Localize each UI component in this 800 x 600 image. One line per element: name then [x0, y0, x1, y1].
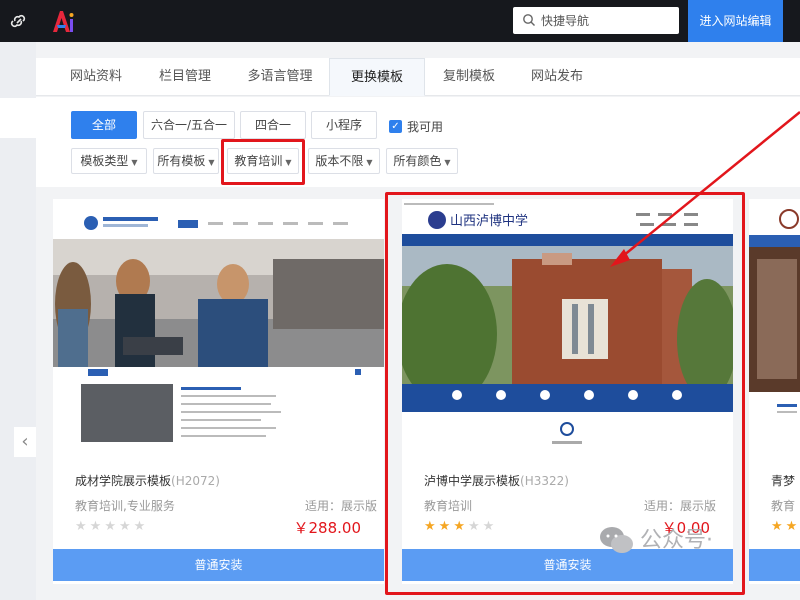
- tab-site-info[interactable]: 网站资料: [53, 58, 139, 96]
- standard-install-button[interactable]: [749, 549, 800, 581]
- template-code: (H2072): [171, 474, 220, 488]
- star-icon: ★: [89, 519, 105, 534]
- rating-stars: ★★: [771, 519, 800, 534]
- template-type-dropdown[interactable]: 模板类型 ▼: [71, 148, 147, 174]
- search-icon: [523, 14, 535, 26]
- search-placeholder: 快捷导航: [541, 14, 590, 28]
- dropdown-label: 所有颜色: [393, 154, 442, 168]
- tab-multilanguage[interactable]: 多语言管理: [232, 58, 328, 96]
- tab-publish-site[interactable]: 网站发布: [513, 58, 601, 96]
- chevron-down-icon: ▼: [208, 158, 215, 167]
- filter-six-in-one-button[interactable]: 六合一/五合一: [143, 111, 235, 139]
- ai-logo-icon[interactable]: [50, 7, 76, 35]
- template-price: ￥288.00: [293, 519, 362, 537]
- filter-four-in-one-button[interactable]: 四合一: [240, 111, 306, 139]
- version-dropdown[interactable]: 版本不限 ▼: [308, 148, 380, 174]
- preview-image: [53, 199, 384, 452]
- star-icon: ★: [785, 519, 800, 534]
- star-icon: ★: [104, 519, 119, 534]
- tab-bar: 网站资料 栏目管理 多语言管理 更换模板 复制模板 网站发布: [36, 58, 800, 96]
- template-category: 教育培训,专业服务: [75, 499, 175, 513]
- template-card: 成材学院展示模板(H2072) 教育培训,专业服务 适用：展示版 ★★★★★ ￥…: [53, 199, 384, 584]
- enter-site-editor-button[interactable]: 进入网站编辑: [688, 0, 783, 42]
- tab-columns[interactable]: 栏目管理: [141, 58, 229, 96]
- sidebar-panel: [0, 98, 36, 138]
- dropdown-label: 所有模板: [157, 154, 206, 168]
- star-icon: ★: [118, 519, 134, 534]
- chevron-down-icon: ▼: [444, 158, 451, 167]
- rating-stars: ★★★★★: [75, 519, 148, 534]
- top-bar: 快捷导航 进入网站编辑: [0, 0, 800, 42]
- template-name: 成材学院展示模板: [75, 474, 172, 488]
- all-templates-dropdown[interactable]: 所有模板 ▼: [153, 148, 219, 174]
- tab-copy-template[interactable]: 复制模板: [425, 58, 513, 96]
- chevron-down-icon: ▼: [366, 158, 373, 167]
- template-title[interactable]: 青梦: [771, 472, 795, 489]
- dropdown-label: 模板类型: [80, 154, 129, 168]
- quick-nav-search[interactable]: 快捷导航: [513, 7, 679, 34]
- tab-change-template[interactable]: 更换模板: [329, 58, 425, 96]
- template-preview-image[interactable]: [53, 199, 384, 452]
- standard-install-button[interactable]: 普通安装: [53, 549, 384, 581]
- watermark-text: 公众号·: [640, 528, 713, 553]
- star-icon: ★: [771, 519, 786, 534]
- annotation-arrow: [610, 111, 800, 267]
- link-icon[interactable]: [10, 12, 28, 30]
- star-icon: ★: [133, 519, 149, 534]
- highlight-box-category: [221, 139, 305, 185]
- left-sidebar: ‹: [0, 42, 36, 600]
- template-version: 适用：展示版: [305, 499, 378, 513]
- filter-all-button[interactable]: 全部: [71, 111, 137, 139]
- chevron-down-icon: ▼: [131, 158, 138, 167]
- available-label: 我可用: [407, 120, 444, 134]
- wechat-icon: [600, 527, 633, 553]
- filter-mini-program-button[interactable]: 小程序: [311, 111, 377, 139]
- carousel-prev-button[interactable]: ‹: [14, 427, 36, 457]
- dropdown-label: 版本不限: [315, 154, 364, 168]
- template-title[interactable]: 成材学院展示模板(H2072): [75, 472, 220, 489]
- star-icon: ★: [75, 519, 90, 534]
- color-dropdown[interactable]: 所有颜色 ▼: [386, 148, 458, 174]
- template-manager-screen: 快捷导航 进入网站编辑 ‹ 网站资料 栏目管理 多语言管理 更换模板 复制模板 …: [0, 0, 800, 600]
- available-checkbox[interactable]: ✓: [389, 120, 402, 133]
- template-category: 教育: [771, 499, 796, 513]
